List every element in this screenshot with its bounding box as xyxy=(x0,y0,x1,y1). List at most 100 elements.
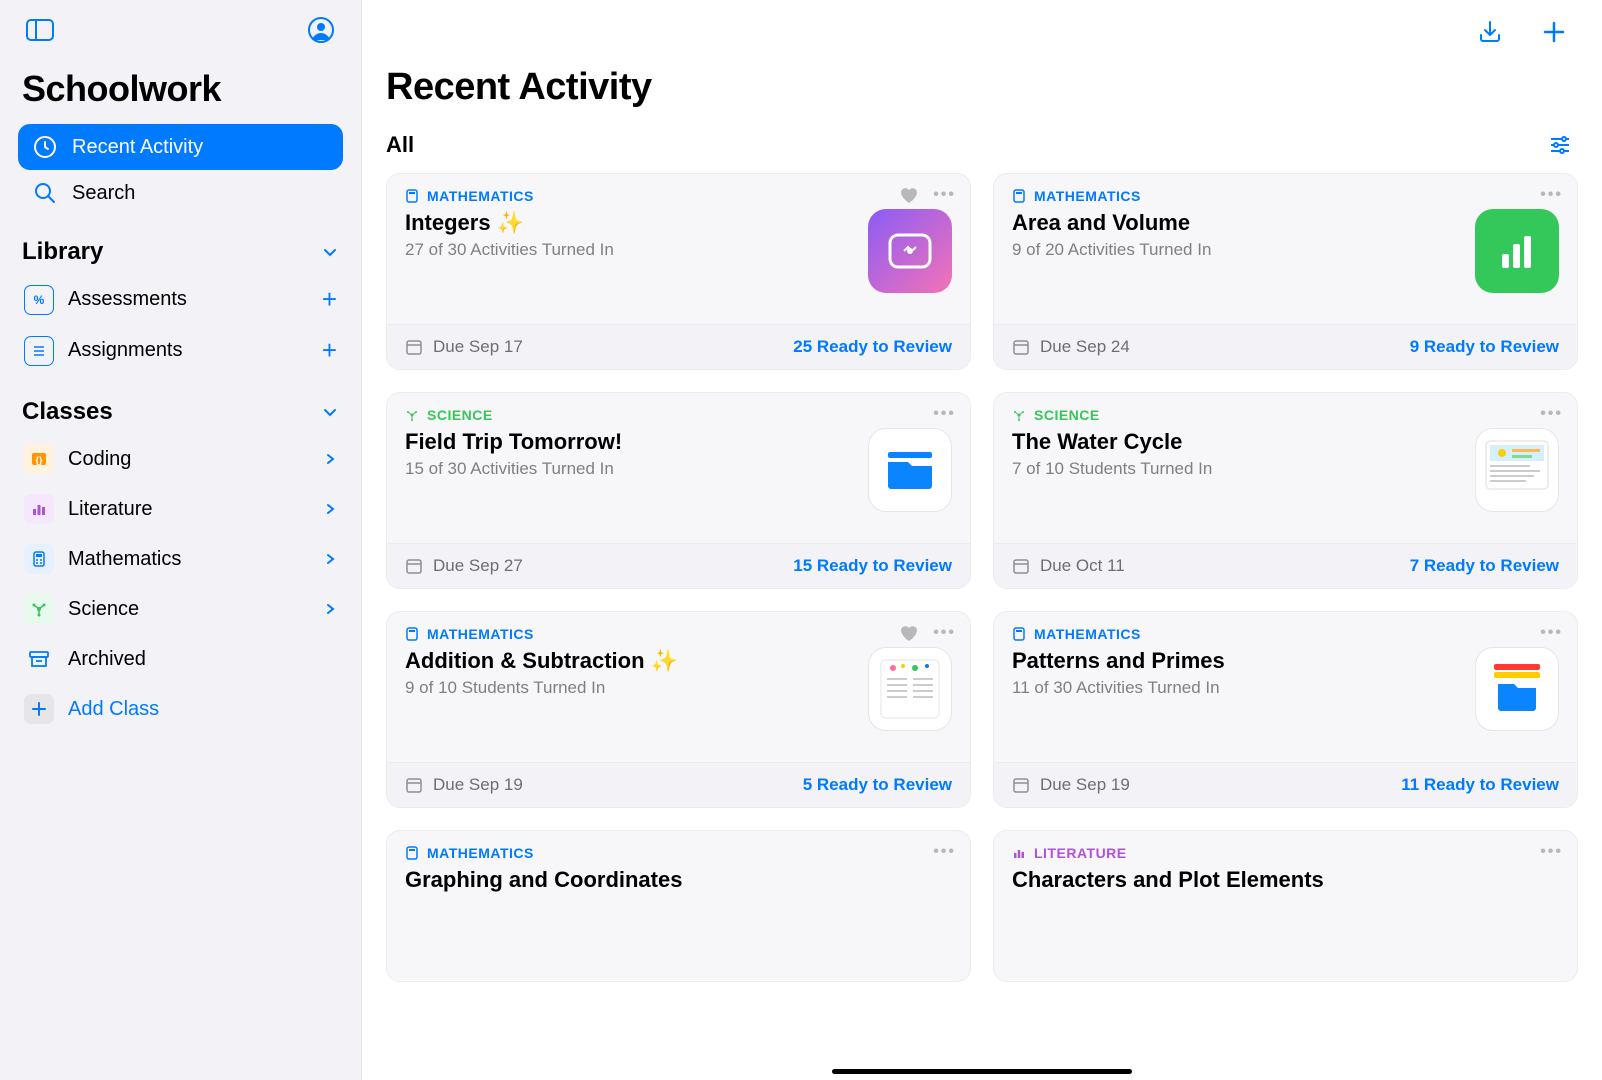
subject-icon xyxy=(405,408,419,422)
library-header[interactable]: Library xyxy=(22,238,339,266)
nav-recent-activity[interactable]: Recent Activity xyxy=(18,124,343,170)
add-assignment-button[interactable]: + xyxy=(322,335,337,366)
class-archived[interactable]: Archived xyxy=(18,634,343,684)
subject-label: MATHEMATICS xyxy=(427,188,534,204)
nav-search[interactable]: Search xyxy=(18,170,343,216)
subject-badge: MATHEMATICS xyxy=(1012,188,1461,204)
add-assessment-button[interactable]: + xyxy=(322,284,337,315)
library-assignments[interactable]: Assignments + xyxy=(18,325,343,376)
ready-to-review[interactable]: 7 Ready to Review xyxy=(1410,556,1559,576)
more-button[interactable]: ••• xyxy=(1540,186,1563,204)
card-title: Integers ✨ xyxy=(405,210,854,236)
due-date: Due Sep 27 xyxy=(405,556,523,576)
plus-icon xyxy=(24,694,54,724)
more-button[interactable]: ••• xyxy=(933,405,956,423)
due-date: Due Sep 17 xyxy=(405,337,523,357)
home-indicator xyxy=(832,1069,1132,1074)
class-mathematics[interactable]: Mathematics xyxy=(18,534,343,584)
card-footer: Due Sep 17 25 Ready to Review xyxy=(387,324,970,369)
heart-icon[interactable] xyxy=(899,186,919,204)
subject-label: MATHEMATICS xyxy=(1034,626,1141,642)
card-subtitle: 9 of 10 Students Turned In xyxy=(405,678,854,698)
ready-to-review[interactable]: 25 Ready to Review xyxy=(793,337,952,357)
calendar-icon xyxy=(1012,776,1030,794)
add-class-button[interactable]: Add Class xyxy=(18,684,343,734)
heart-icon[interactable] xyxy=(899,624,919,642)
download-button[interactable] xyxy=(1472,14,1508,50)
filter-row: All xyxy=(386,127,1578,163)
app-thumb xyxy=(1475,647,1559,731)
card-body: LITERATURE Characters and Plot Elements … xyxy=(994,831,1577,981)
class-label: Coding xyxy=(68,448,131,471)
plus-icon xyxy=(1541,19,1567,45)
more-button[interactable]: ••• xyxy=(1540,843,1563,861)
due-date: Due Sep 19 xyxy=(405,775,523,795)
card-title: Characters and Plot Elements xyxy=(1012,867,1559,893)
more-button[interactable]: ••• xyxy=(1540,405,1563,423)
card-footer: Due Sep 19 11 Ready to Review xyxy=(994,762,1577,807)
calendar-icon xyxy=(405,557,423,575)
card-subtitle: 11 of 30 Activities Turned In xyxy=(1012,678,1461,698)
activity-card[interactable]: MATHEMATICS Integers ✨ 27 of 30 Activiti… xyxy=(386,173,971,370)
subject-icon xyxy=(405,627,419,641)
sidebar-icon xyxy=(26,19,54,41)
calendar-icon xyxy=(405,338,423,356)
due-date: Due Sep 19 xyxy=(1012,775,1130,795)
classes-header[interactable]: Classes xyxy=(22,398,339,426)
activity-card[interactable]: SCIENCE The Water Cycle 7 of 10 Students… xyxy=(993,392,1578,589)
subject-label: SCIENCE xyxy=(427,407,493,423)
card-body: MATHEMATICS Addition & Subtraction ✨ 9 o… xyxy=(387,612,970,762)
card-footer: Due Sep 27 15 Ready to Review xyxy=(387,543,970,588)
filter-button[interactable] xyxy=(1542,127,1578,163)
new-button[interactable] xyxy=(1536,14,1572,50)
activity-card[interactable]: MATHEMATICS Area and Volume 9 of 20 Acti… xyxy=(993,173,1578,370)
more-button[interactable]: ••• xyxy=(933,843,956,861)
main-content: Recent Activity All MATHEMATICS Integers… xyxy=(362,0,1602,1080)
activity-card[interactable]: MATHEMATICS Addition & Subtraction ✨ 9 o… xyxy=(386,611,971,808)
more-button[interactable]: ••• xyxy=(1540,624,1563,642)
activity-card[interactable]: SCIENCE Field Trip Tomorrow! 15 of 30 Ac… xyxy=(386,392,971,589)
card-body: MATHEMATICS Graphing and Coordinates ••• xyxy=(387,831,970,981)
card-title: Field Trip Tomorrow! xyxy=(405,429,854,455)
activity-card[interactable]: MATHEMATICS Patterns and Primes 11 of 30… xyxy=(993,611,1578,808)
main-toolbar xyxy=(386,0,1578,60)
class-coding[interactable]: {} Coding xyxy=(18,434,343,484)
doc-icon xyxy=(24,336,54,366)
activity-card[interactable]: LITERATURE Characters and Plot Elements … xyxy=(993,830,1578,982)
ready-to-review[interactable]: 15 Ready to Review xyxy=(793,556,952,576)
subject-badge: MATHEMATICS xyxy=(1012,626,1461,642)
library-assessments[interactable]: % Assessments + xyxy=(18,274,343,325)
card-subtitle: 7 of 10 Students Turned In xyxy=(1012,459,1461,479)
due-text: Due Sep 19 xyxy=(1040,775,1130,795)
account-button[interactable] xyxy=(303,12,339,48)
card-body: SCIENCE The Water Cycle 7 of 10 Students… xyxy=(994,393,1577,543)
activity-card[interactable]: MATHEMATICS Graphing and Coordinates ••• xyxy=(386,830,971,982)
app-thumb xyxy=(1475,209,1559,293)
chevron-right-icon xyxy=(323,452,337,466)
nav-label: Search xyxy=(72,182,135,205)
calendar-icon xyxy=(405,776,423,794)
calendar-icon xyxy=(1012,338,1030,356)
subject-label: LITERATURE xyxy=(1034,845,1127,861)
card-footer: Due Oct 11 7 Ready to Review xyxy=(994,543,1577,588)
nav-label: Recent Activity xyxy=(72,136,203,159)
due-date: Due Sep 24 xyxy=(1012,337,1130,357)
sliders-icon xyxy=(1548,133,1572,157)
more-button[interactable]: ••• xyxy=(933,624,956,642)
sidebar-toggle-button[interactable] xyxy=(22,12,58,48)
more-button[interactable]: ••• xyxy=(933,186,956,204)
class-label: Mathematics xyxy=(68,548,181,571)
class-science[interactable]: Science xyxy=(18,584,343,634)
subject-icon xyxy=(1012,408,1026,422)
ready-to-review[interactable]: 11 Ready to Review xyxy=(1401,775,1559,795)
card-actions: ••• xyxy=(1540,405,1563,423)
doc-thumb xyxy=(868,647,952,731)
sidebar-top xyxy=(18,12,343,48)
lib-label: Assignments xyxy=(68,339,183,362)
filter-label: All xyxy=(386,132,414,158)
class-literature[interactable]: Literature xyxy=(18,484,343,534)
card-actions: ••• xyxy=(899,624,956,642)
ready-to-review[interactable]: 9 Ready to Review xyxy=(1410,337,1559,357)
app-title: Schoolwork xyxy=(22,68,339,110)
ready-to-review[interactable]: 5 Ready to Review xyxy=(803,775,952,795)
